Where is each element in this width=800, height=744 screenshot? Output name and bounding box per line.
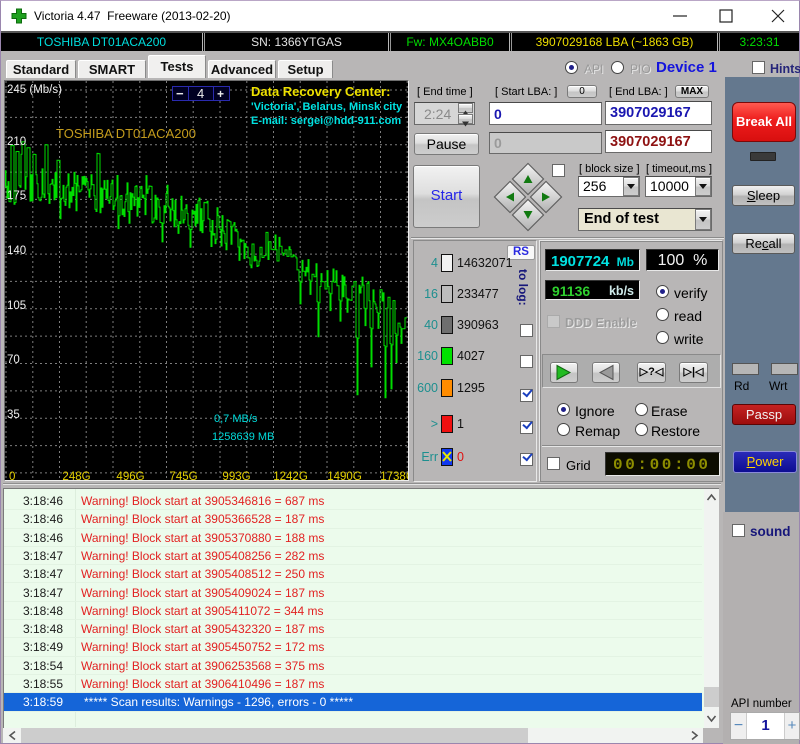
svg-text:1490G: 1490G [327,471,362,480]
svg-text:E-mail: sergei@hdd-911.com: E-mail: sergei@hdd-911.com [251,115,401,127]
svg-text:140: 140 [7,245,26,257]
svg-text:175: 175 [7,190,26,202]
svg-text:0,7 MB/s: 0,7 MB/s [214,413,258,425]
svg-text:745G: 745G [169,471,197,480]
svg-text:210: 210 [7,136,26,148]
svg-text:496G: 496G [116,471,144,480]
svg-text:1258639 MB: 1258639 MB [212,431,274,443]
svg-text:4: 4 [197,86,204,101]
svg-text:248G: 248G [62,471,90,480]
svg-text:105: 105 [7,300,26,312]
svg-text:−: − [176,86,184,101]
svg-text:TOSHIBA DT01ACA200: TOSHIBA DT01ACA200 [56,126,196,141]
svg-text:245 (Mb/s): 245 (Mb/s) [7,84,62,96]
svg-text:1242G: 1242G [273,471,308,480]
svg-text:'Victoria', Belarus, Minsk cit: 'Victoria', Belarus, Minsk city [251,101,403,113]
svg-text:0: 0 [9,471,15,480]
svg-text:+: + [217,87,224,101]
svg-text:Data Recovery Center:: Data Recovery Center: [251,84,390,99]
svg-text:35: 35 [7,409,20,421]
svg-text:70: 70 [7,354,20,366]
svg-text:1738G: 1738G [380,471,408,480]
svg-text:993G: 993G [222,471,250,480]
